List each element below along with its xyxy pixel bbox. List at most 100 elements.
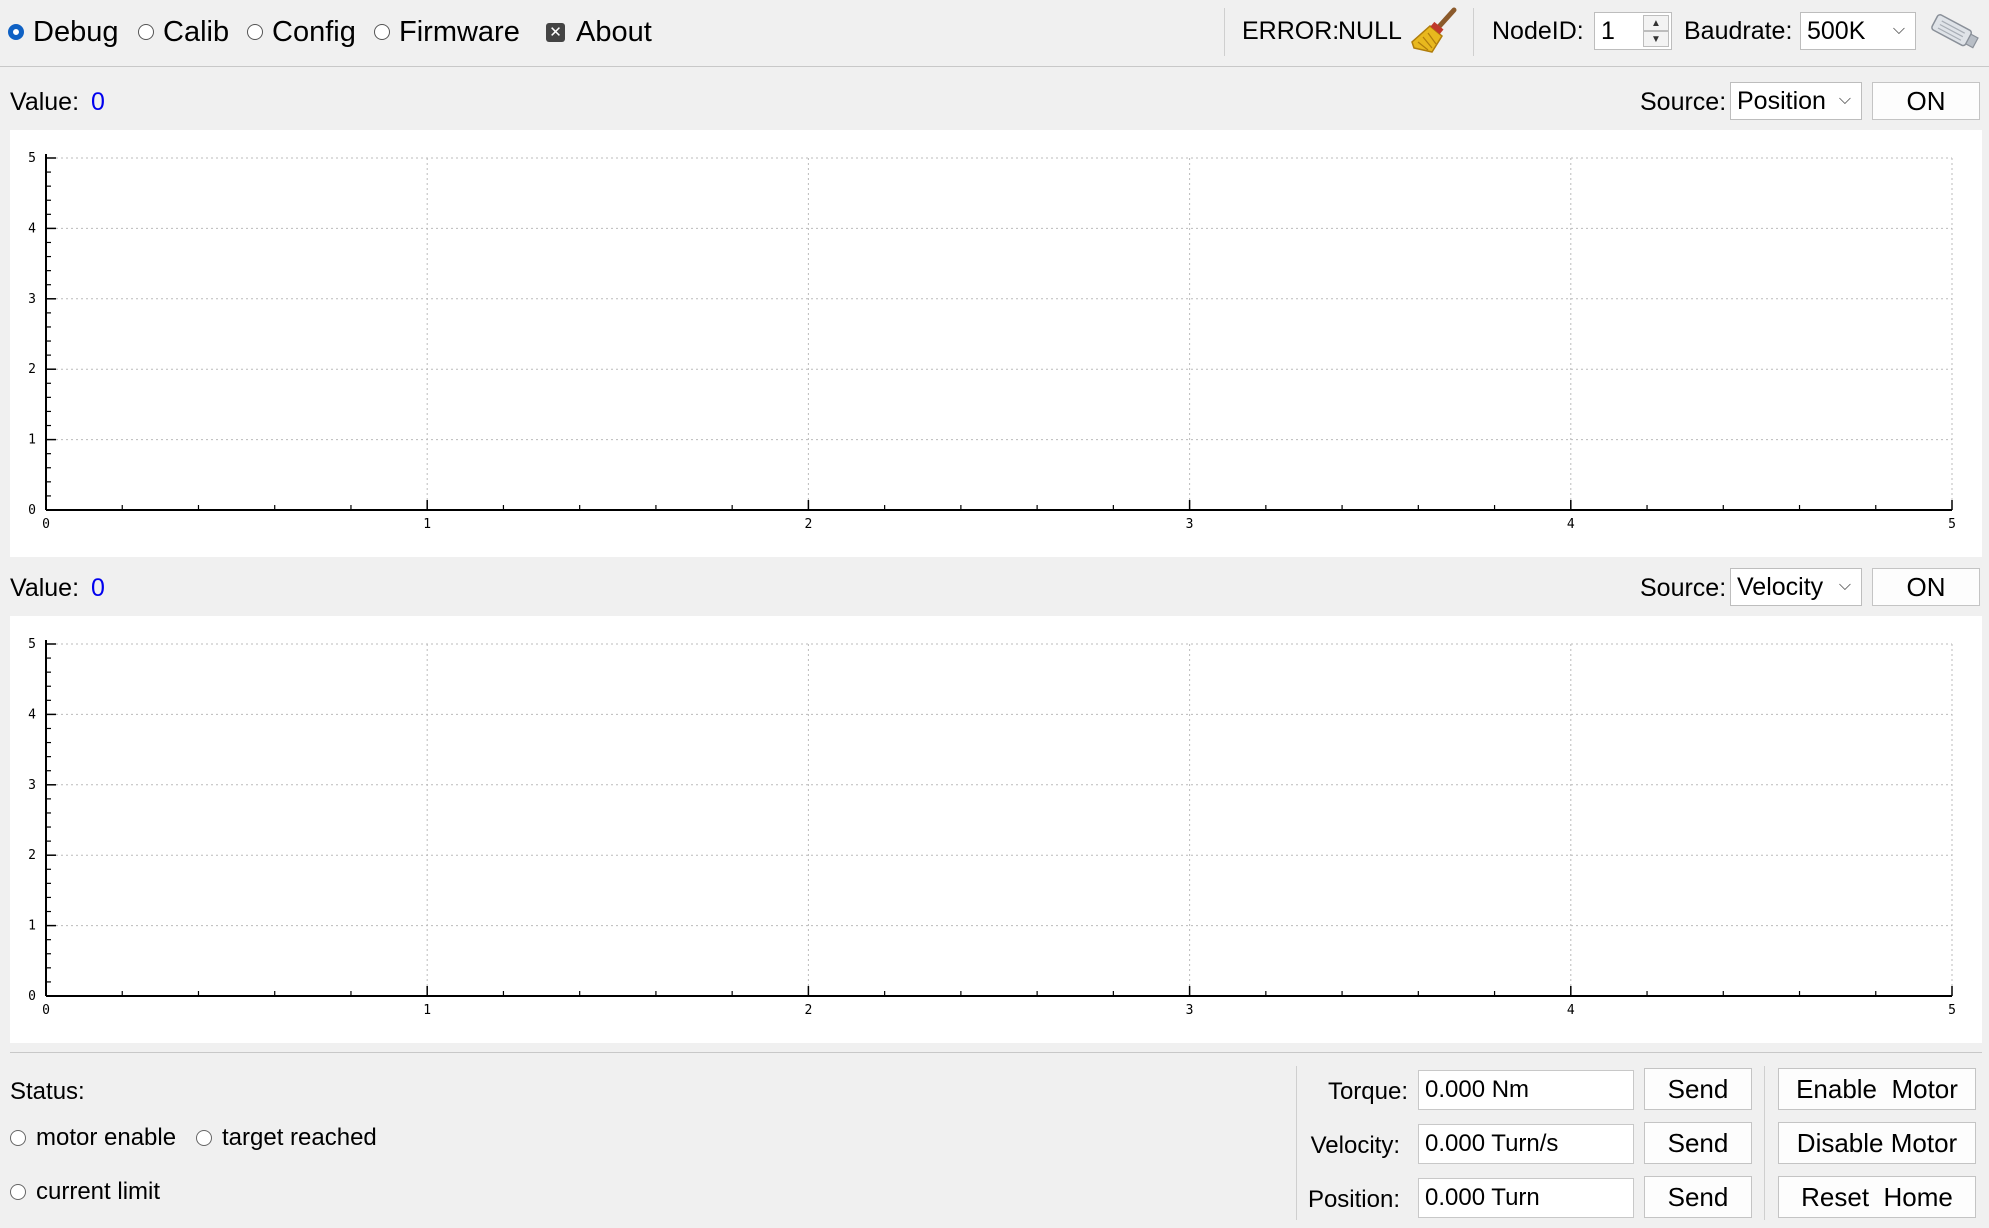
nodeid-value: 1 xyxy=(1601,16,1615,45)
position-input[interactable]: 0.000 Turn xyxy=(1418,1178,1634,1218)
tab-about[interactable]: ✕ About xyxy=(546,10,652,54)
radio-indicator xyxy=(10,1184,26,1200)
radio-indicator xyxy=(247,24,263,40)
torque-send-button[interactable]: Send xyxy=(1644,1068,1752,1110)
position-label: Position: xyxy=(1307,1186,1400,1213)
x-tick-label: 0 xyxy=(42,517,50,532)
tab-about-label: About xyxy=(576,15,652,48)
y-tick-label: 2 xyxy=(28,848,36,863)
panel1-source-value: Position xyxy=(1737,86,1826,115)
y-tick-label: 2 xyxy=(28,362,36,377)
x-tick-label: 0 xyxy=(42,1003,50,1018)
position-plot-svg: 0 1 2 3 4 5 0 1 2 3 4 5 xyxy=(28,151,1956,532)
tab-calib[interactable]: Calib xyxy=(138,10,229,54)
status-motor-enable-label: motor enable xyxy=(36,1124,177,1151)
y-tick-label: 3 xyxy=(28,778,36,793)
panel2-value: 0 xyxy=(91,573,105,602)
y-tick-label: 5 xyxy=(28,637,36,652)
radio-indicator xyxy=(374,24,390,40)
y-tick-label: 0 xyxy=(28,503,36,518)
x-tick-label: 4 xyxy=(1567,517,1575,532)
disable-motor-button[interactable]: Disable Motor xyxy=(1778,1122,1976,1164)
panel2-source-value: Velocity xyxy=(1737,572,1824,601)
radio-indicator xyxy=(8,24,24,40)
top-toolbar: Debug Calib Config Firmware ✕ About ERRO… xyxy=(0,0,1989,67)
panel2-source-select[interactable]: Velocity ⌵ xyxy=(1730,568,1862,606)
y-tick-label: 0 xyxy=(28,989,36,1004)
radio-indicator xyxy=(138,24,154,40)
panel1-source-label: Source: xyxy=(1640,88,1727,116)
position-value: 0.000 Turn xyxy=(1425,1184,1540,1211)
nodeid-label: NodeID: xyxy=(1492,17,1584,45)
status-target-reached-label: target reached xyxy=(222,1124,377,1151)
torque-input[interactable]: 0.000 Nm xyxy=(1418,1070,1634,1110)
nodeid-spinbox[interactable]: 1 ▲ ▼ xyxy=(1594,12,1672,50)
spin-down-icon[interactable]: ▼ xyxy=(1643,31,1669,47)
y-tick-label: 5 xyxy=(28,151,36,166)
panel2-on-button[interactable]: ON xyxy=(1872,568,1980,606)
enable-motor-button[interactable]: Enable Motor xyxy=(1778,1068,1976,1110)
baudrate-label: Baudrate: xyxy=(1684,17,1793,45)
y-tick-label: 4 xyxy=(28,221,36,236)
radio-indicator xyxy=(196,1130,212,1146)
chevron-down-icon: ⌵ xyxy=(1838,91,1851,109)
chevron-down-icon: ⌵ xyxy=(1892,21,1905,39)
nodeid-spin-buttons[interactable]: ▲ ▼ xyxy=(1643,15,1669,47)
tab-firmware-label: Firmware xyxy=(399,15,520,48)
x-tick-label: 1 xyxy=(423,1003,431,1018)
status-current-limit: current limit xyxy=(10,1178,160,1206)
baudrate-select[interactable]: 500K ⌵ xyxy=(1800,12,1916,50)
velocity-label: Velocity: xyxy=(1310,1132,1400,1159)
broom-icon[interactable] xyxy=(1410,6,1460,56)
status-motor-enable: motor enable xyxy=(10,1124,176,1152)
x-tick-label: 3 xyxy=(1186,517,1194,532)
y-tick-label: 1 xyxy=(28,433,36,448)
panel1-source-select[interactable]: Position ⌵ xyxy=(1730,82,1862,120)
velocity-plot: 0 1 2 3 4 5 0 1 2 3 4 5 xyxy=(10,616,1982,1043)
x-tick-label: 2 xyxy=(804,517,812,532)
x-tick-label: 2 xyxy=(804,1003,812,1018)
toolbar-divider xyxy=(1473,8,1474,56)
y-tick-label: 3 xyxy=(28,292,36,307)
tab-calib-label: Calib xyxy=(163,15,230,48)
tab-config-label: Config xyxy=(272,15,356,48)
section-divider xyxy=(10,1052,1982,1053)
status-target-reached: target reached xyxy=(196,1124,377,1152)
velocity-send-button[interactable]: Send xyxy=(1644,1122,1752,1164)
torque-label: Torque: xyxy=(1327,1078,1408,1105)
close-x-icon: ✕ xyxy=(546,22,565,42)
reset-home-button[interactable]: Reset Home xyxy=(1778,1176,1976,1218)
tab-config[interactable]: Config xyxy=(247,10,356,54)
usb-adapter-icon[interactable] xyxy=(1926,10,1982,54)
tab-debug[interactable]: Debug xyxy=(8,10,118,54)
spin-up-icon[interactable]: ▲ xyxy=(1643,15,1669,31)
x-tick-label: 1 xyxy=(423,517,431,532)
error-value: NULL xyxy=(1338,17,1402,45)
position-send-button[interactable]: Send xyxy=(1644,1176,1752,1218)
panel1-value: 0 xyxy=(91,87,105,116)
panel2-value-label: Value: xyxy=(10,573,80,602)
y-tick-label: 4 xyxy=(28,707,36,722)
toolbar-divider xyxy=(1224,8,1225,56)
command-divider xyxy=(1764,1066,1765,1220)
velocity-input[interactable]: 0.000 Turn/s xyxy=(1418,1124,1634,1164)
command-divider xyxy=(1296,1066,1297,1220)
radio-indicator xyxy=(10,1130,26,1146)
tab-firmware[interactable]: Firmware xyxy=(374,10,520,54)
status-label: Status: xyxy=(10,1078,85,1105)
panel1-value-label: Value: xyxy=(10,87,80,116)
baudrate-value: 500K xyxy=(1807,16,1866,45)
tab-debug-label: Debug xyxy=(33,15,119,48)
chevron-down-icon: ⌵ xyxy=(1838,577,1851,595)
panel1-value-row: Value: 0 xyxy=(10,82,105,122)
panel2-value-row: Value: 0 xyxy=(10,568,105,608)
x-tick-label: 4 xyxy=(1567,1003,1575,1018)
status-current-limit-label: current limit xyxy=(36,1178,161,1205)
velocity-plot-svg: 0 1 2 3 4 5 0 1 2 3 4 5 xyxy=(28,637,1956,1018)
error-label: ERROR: xyxy=(1242,17,1340,45)
y-tick-label: 1 xyxy=(28,919,36,934)
position-plot: 0 1 2 3 4 5 0 1 2 3 4 5 xyxy=(10,130,1982,557)
panel1-on-button[interactable]: ON xyxy=(1872,82,1980,120)
velocity-value: 0.000 Turn/s xyxy=(1425,1130,1559,1157)
x-tick-label: 5 xyxy=(1948,517,1956,532)
